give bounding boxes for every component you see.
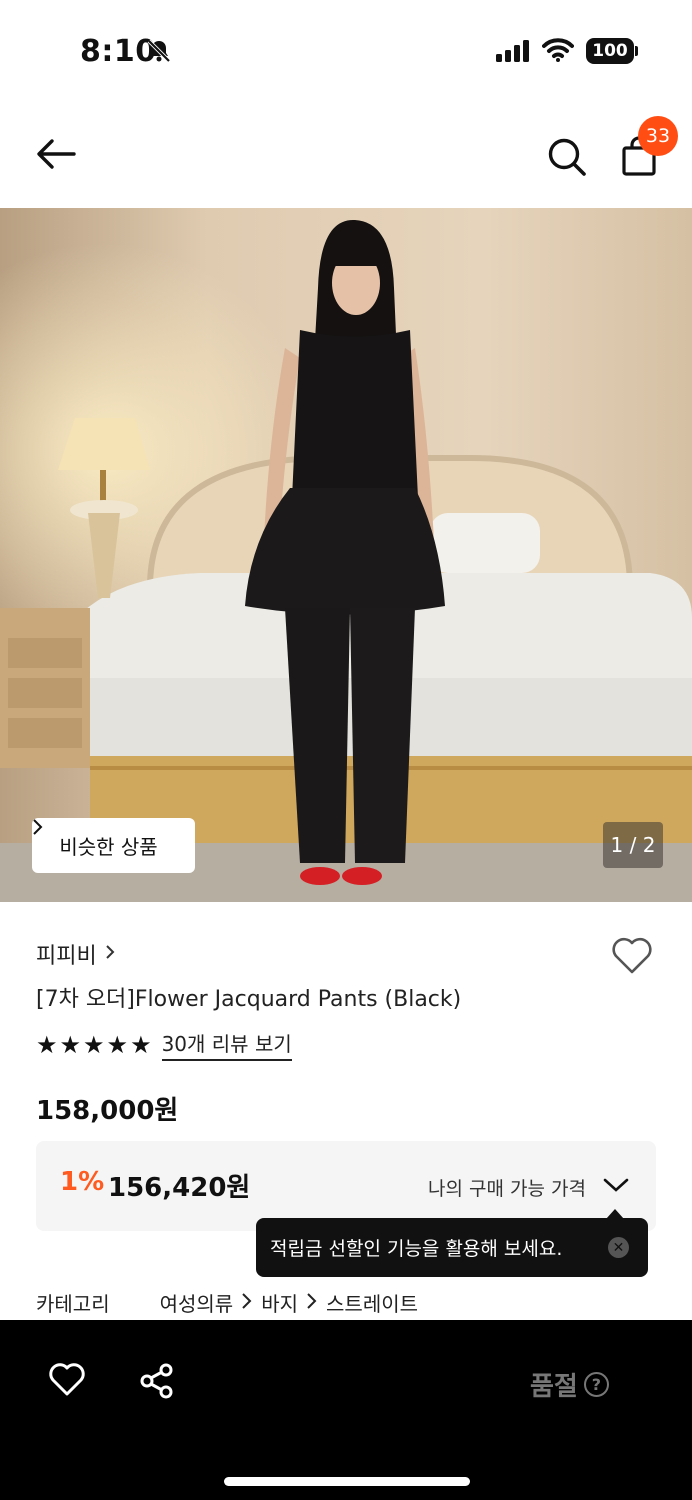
chevron-right-icon — [241, 1291, 253, 1315]
home-indicator[interactable] — [224, 1477, 470, 1486]
discounted-price: 156,420원 — [108, 1173, 251, 1203]
battery-tip — [635, 46, 638, 56]
star-icon: ★ — [36, 1030, 58, 1059]
cellular-signal-icon — [496, 40, 532, 66]
similar-products-label: 비슷한 상품 — [59, 835, 158, 859]
brand-name: 피피비 — [36, 944, 97, 969]
points-tooltip: 적립금 선할인 기능을 활용해 보세요. ✕ — [256, 1209, 648, 1277]
review-link[interactable]: 30개 리뷰 보기 — [161, 1028, 292, 1061]
product-price: 158,000원 — [36, 1096, 179, 1126]
category-crumb[interactable]: 바지 — [261, 1288, 298, 1317]
image-page-indicator: 1 / 2 — [603, 822, 663, 868]
product-title: [7차 오더]Flower Jacquard Pants (Black) — [36, 987, 462, 1012]
heart-icon[interactable] — [48, 1362, 86, 1402]
category-label: 카테고리 — [36, 1292, 110, 1316]
star-icon: ★ — [106, 1030, 129, 1059]
discount-percent: 1% — [60, 1167, 105, 1197]
product-image-carousel[interactable]: 비슷한 상품 1 / 2 — [0, 208, 692, 902]
search-icon[interactable] — [546, 136, 588, 182]
bottom-action-bar: 품절 ? — [0, 1320, 692, 1500]
brand-link[interactable]: 피피비 — [36, 938, 117, 970]
status-bar: 8:10 100 — [0, 0, 692, 100]
category-crumb[interactable]: 여성의류 — [160, 1288, 234, 1317]
chevron-right-icon — [105, 942, 117, 967]
wishlist-heart-icon[interactable] — [610, 936, 654, 980]
category-row: 카테고리 여성의류 바지 스트레이트 — [36, 1288, 418, 1317]
chevron-right-icon — [306, 1291, 318, 1315]
share-icon[interactable] — [138, 1362, 176, 1404]
sold-out-status: 품절 ? — [530, 1366, 609, 1403]
product-photo — [0, 208, 692, 902]
help-icon[interactable]: ? — [583, 1372, 609, 1397]
back-arrow-icon[interactable] — [34, 136, 78, 176]
wifi-icon — [542, 38, 574, 66]
star-icon: ★ — [83, 1030, 105, 1059]
category-crumb[interactable]: 스트레이트 — [326, 1288, 418, 1317]
chevron-down-icon[interactable] — [602, 1176, 630, 1198]
star-icon: ★ — [59, 1030, 82, 1059]
tooltip-arrow — [606, 1209, 624, 1219]
category-breadcrumb: 여성의류 바지 스트레이트 — [160, 1288, 418, 1317]
star-icon: ★ — [130, 1030, 152, 1059]
sold-out-label: 품절 — [530, 1372, 578, 1402]
tooltip-text: 적립금 선할인 기능을 활용해 보세요. — [270, 1238, 563, 1260]
rating-row: ★ ★ ★ ★ ★ 30개 리뷰 보기 — [36, 1028, 292, 1061]
battery-indicator: 100 — [586, 38, 634, 64]
my-price-label: 나의 구매 가능 가격 — [428, 1178, 586, 1200]
top-navigation: 33 — [0, 110, 692, 206]
similar-products-button[interactable]: 비슷한 상품 — [32, 818, 195, 873]
cart-count-badge: 33 — [638, 116, 678, 156]
close-icon[interactable]: ✕ — [608, 1237, 629, 1258]
silent-bell-icon — [146, 38, 172, 68]
